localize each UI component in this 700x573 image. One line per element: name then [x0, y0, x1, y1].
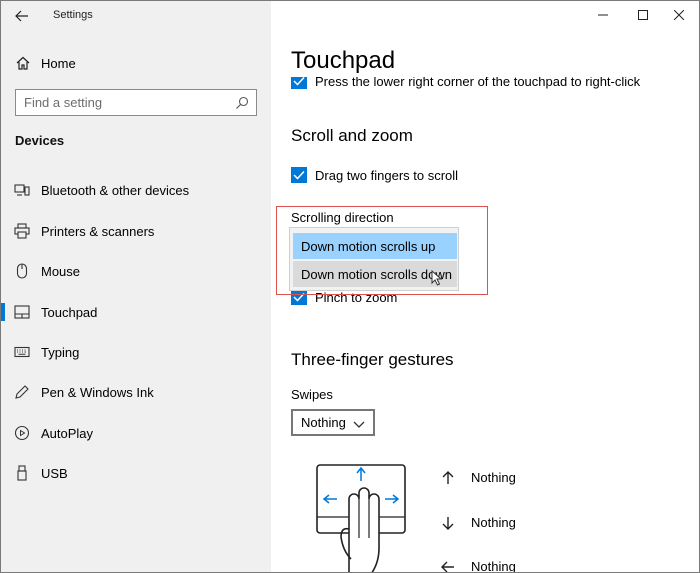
drag-two-fingers-row[interactable]: Drag two fingers to scroll [291, 167, 458, 183]
home-icon [15, 55, 33, 71]
back-button[interactable] [11, 6, 33, 26]
sidebar-item-mouse[interactable]: Mouse [1, 253, 271, 289]
search-icon[interactable] [235, 96, 249, 115]
main-content: Touchpad Press the lower right corner of… [271, 1, 699, 573]
arrow-left-icon [441, 561, 455, 573]
bluetooth-devices-icon [13, 181, 31, 199]
gesture-up-label: Nothing [471, 470, 516, 485]
checkmark-icon [293, 77, 305, 86]
touchpad-icon [13, 303, 31, 321]
sidebar-item-usb[interactable]: USB [1, 455, 271, 491]
sidebar-item-label: Bluetooth & other devices [41, 182, 190, 198]
sidebar-item-label: Printers & scanners [41, 223, 155, 239]
home-link[interactable]: Home [15, 53, 76, 73]
pinch-zoom-label: Pinch to zoom [315, 289, 398, 305]
sidebar-item-pen[interactable]: Pen & Windows Ink [1, 374, 271, 410]
scroll-option-up[interactable]: Down motion scrolls up [293, 233, 457, 259]
usb-icon [13, 464, 31, 482]
minimize-button[interactable] [581, 4, 625, 26]
section-title: Devices [15, 133, 65, 148]
sidebar-item-printers[interactable]: Printers & scanners [1, 213, 271, 249]
autoplay-icon [13, 424, 31, 442]
settings-window: Settings Home Devices [0, 0, 700, 573]
sidebar-item-label: AutoPlay [41, 425, 94, 441]
back-arrow-icon [15, 10, 28, 22]
right-click-label: Press the lower right corner of the touc… [315, 77, 641, 89]
gesture-down-label: Nothing [471, 515, 516, 530]
gesture-row-left[interactable]: Nothing [441, 559, 516, 573]
checkmark-icon [293, 170, 305, 180]
mouse-icon [13, 262, 31, 280]
home-label: Home [41, 55, 76, 71]
chevron-down-icon [353, 417, 365, 432]
sidebar-item-autoplay[interactable]: AutoPlay [1, 415, 271, 451]
close-button[interactable] [657, 4, 699, 26]
right-click-checkbox[interactable] [291, 77, 307, 89]
checkmark-icon [293, 292, 305, 302]
swipes-label: Swipes [291, 387, 333, 402]
printer-icon [13, 222, 31, 240]
scroll-direction-dropdown-list: Down motion scrolls up Down motion scrol… [289, 227, 459, 291]
page-title: Touchpad [291, 47, 396, 74]
arrow-up-icon [441, 470, 455, 485]
search-input[interactable] [24, 95, 224, 110]
pinch-zoom-checkbox[interactable] [291, 289, 307, 305]
pen-icon [13, 383, 31, 401]
drag-two-fingers-checkbox[interactable] [291, 167, 307, 183]
sidebar-item-touchpad[interactable]: Touchpad [1, 294, 271, 330]
keyboard-icon [13, 343, 31, 361]
swipes-value: Nothing [301, 415, 346, 430]
sidebar-item-label: Touchpad [41, 304, 98, 320]
sidebar-item-label: Pen & Windows Ink [41, 384, 154, 400]
scroll-zoom-heading: Scroll and zoom [291, 126, 413, 145]
right-click-checkbox-row[interactable]: Press the lower right corner of the touc… [291, 77, 640, 89]
scroll-direction-label: Scrolling direction [291, 210, 394, 225]
sidebar-item-label: USB [41, 465, 68, 481]
minimize-icon [598, 14, 608, 16]
gesture-row-down[interactable]: Nothing [441, 515, 516, 530]
maximize-icon [638, 10, 648, 20]
window-title: Settings [53, 9, 93, 21]
swipes-select[interactable]: Nothing [291, 409, 375, 436]
sidebar-item-bluetooth[interactable]: Bluetooth & other devices [1, 172, 271, 208]
three-finger-heading: Three-finger gestures [291, 350, 454, 369]
arrow-down-icon [441, 516, 455, 530]
sidebar-item-label: Mouse [41, 263, 81, 279]
drag-two-fingers-label: Drag two fingers to scroll [315, 167, 459, 183]
sidebar-item-typing[interactable]: Typing [1, 334, 271, 370]
gesture-row-up[interactable]: Nothing [441, 470, 516, 485]
mouse-cursor-icon [431, 270, 443, 286]
sidebar: Settings Home Devices [1, 1, 271, 572]
gesture-left-label: Nothing [471, 559, 516, 573]
sidebar-item-label: Typing [41, 344, 80, 360]
close-icon [674, 10, 684, 20]
partial-checkbox-clip: Press the lower right corner of the touc… [271, 77, 699, 91]
three-finger-illustration-icon [316, 464, 406, 572]
pinch-zoom-row[interactable]: Pinch to zoom [291, 289, 397, 305]
search-box[interactable] [15, 89, 257, 116]
